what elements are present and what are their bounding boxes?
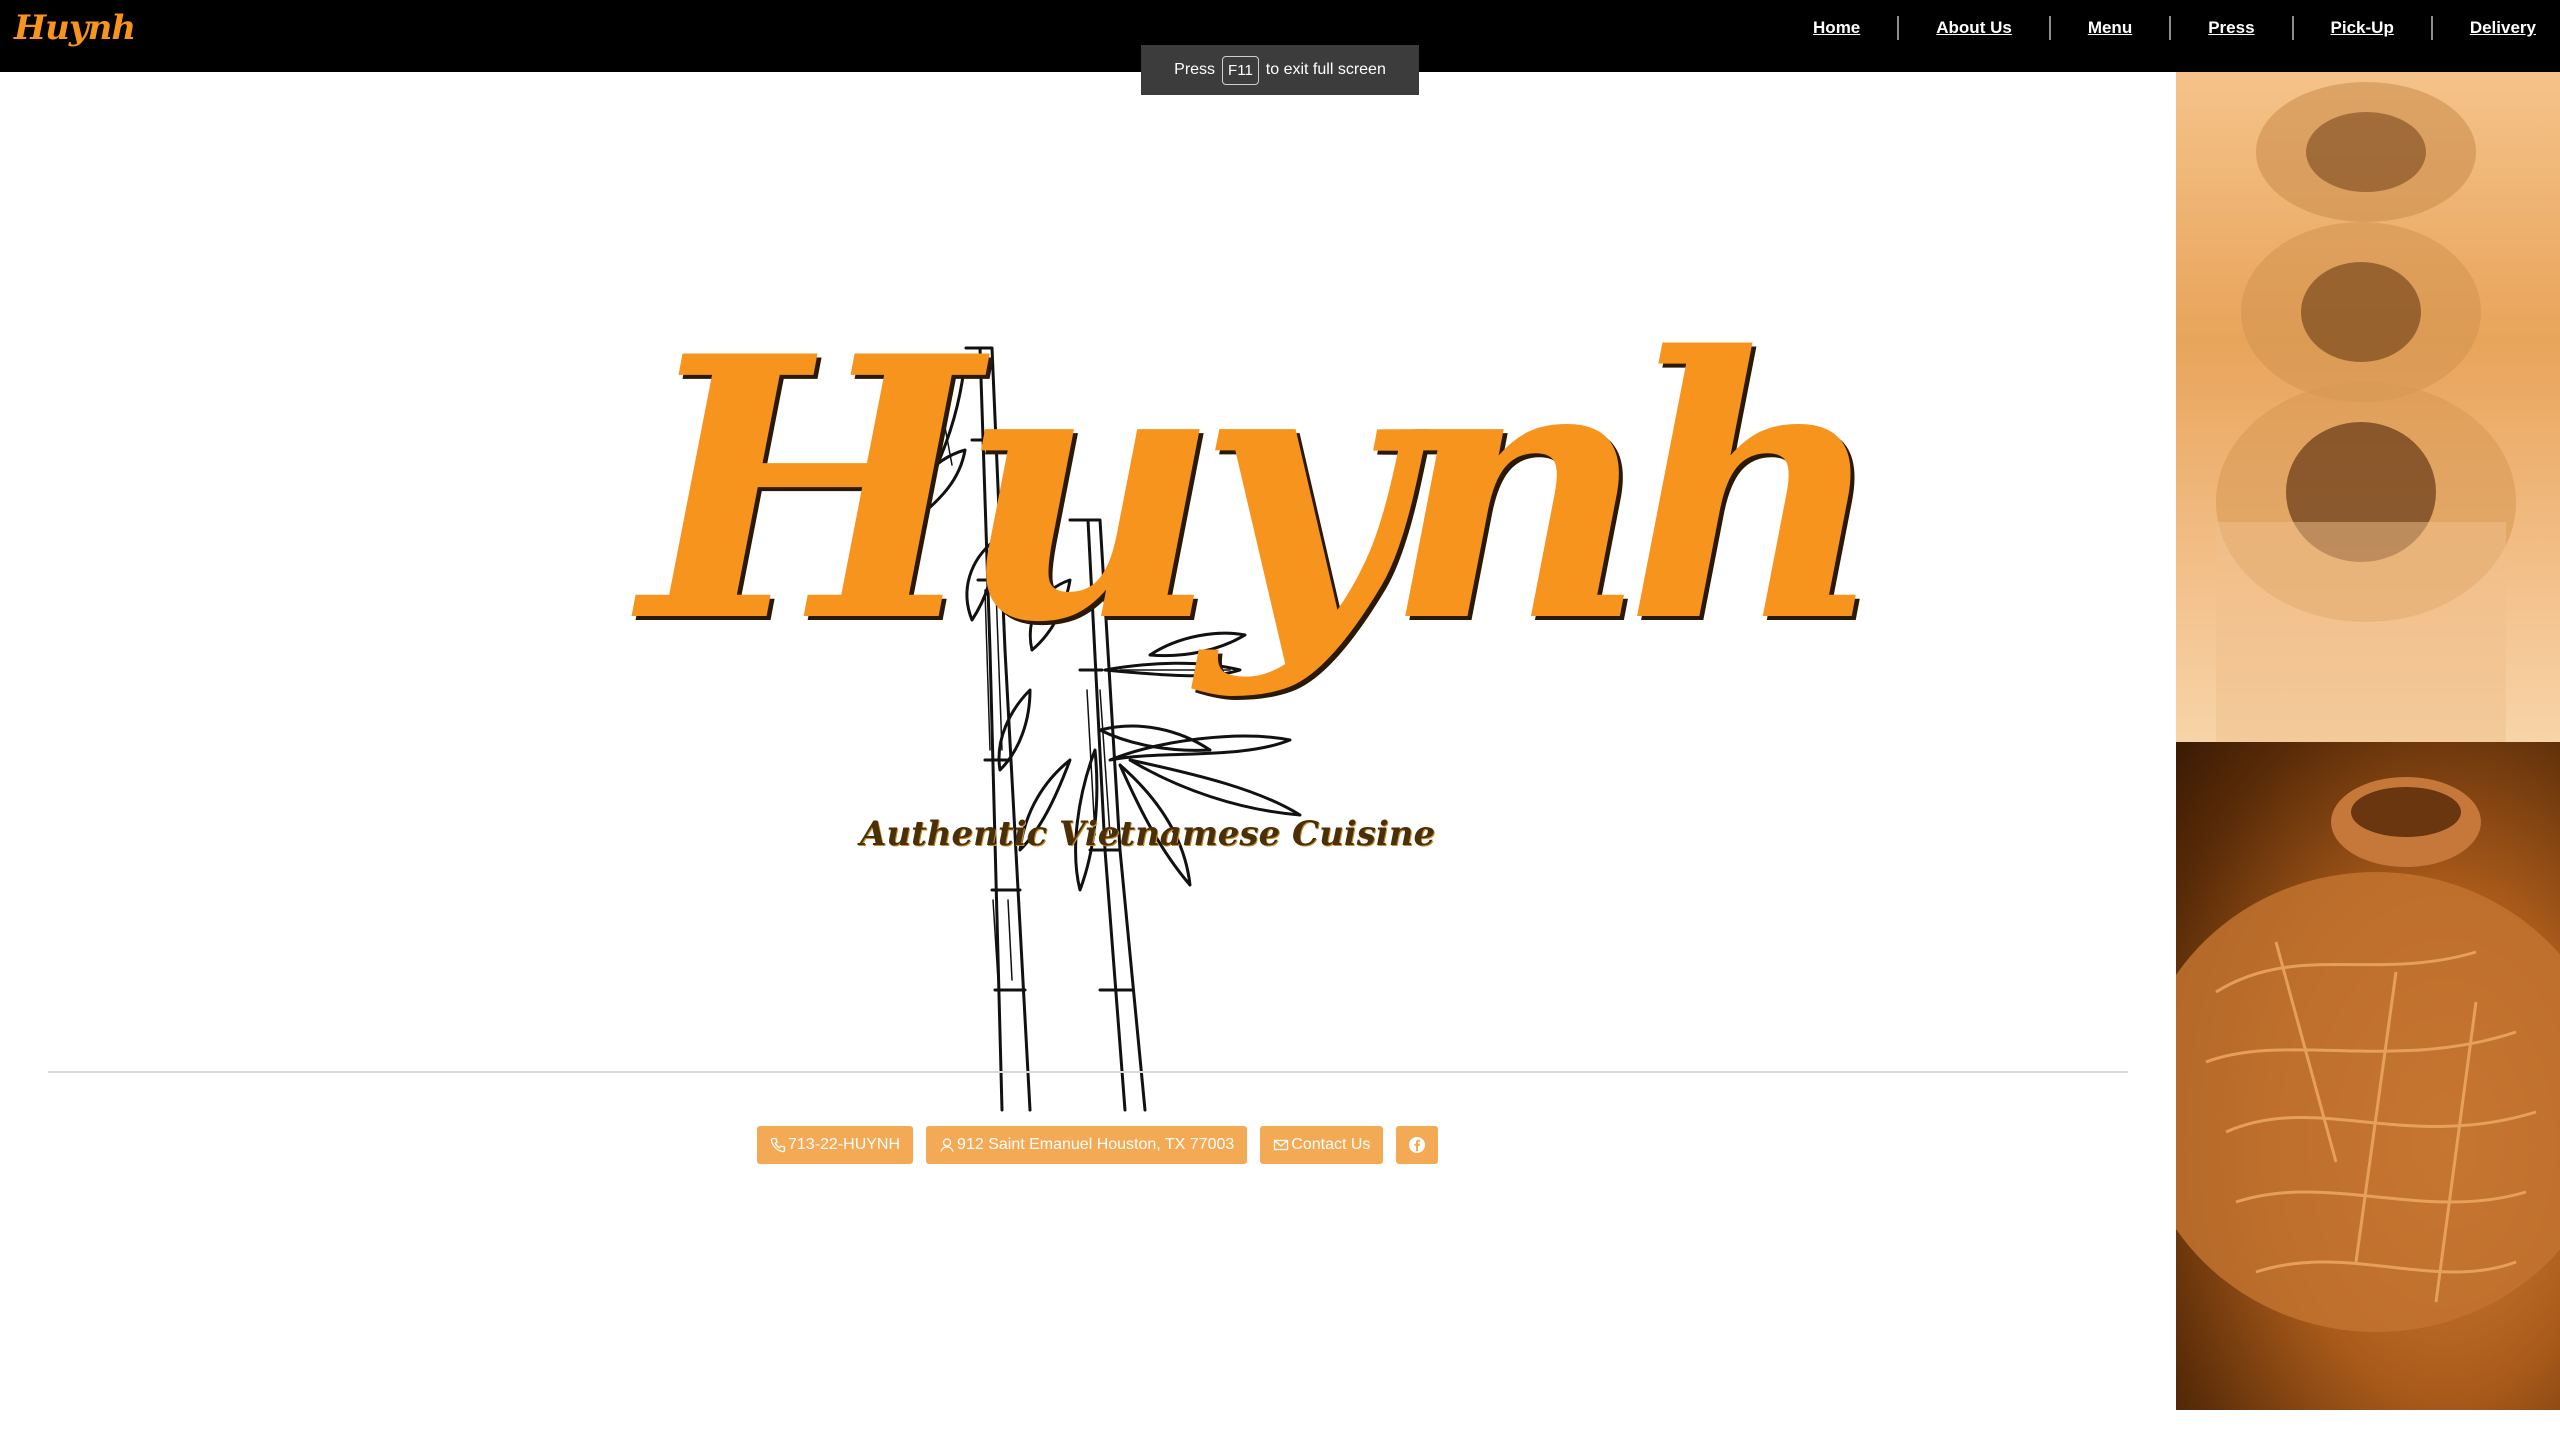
facebook-icon <box>1409 1137 1426 1153</box>
contact-us-button-label: Contact Us <box>1291 1136 1371 1153</box>
phone-button-label: 713-22-HUYNH <box>788 1136 901 1153</box>
noodle-dish-photo <box>2176 742 2560 1410</box>
page-bottom-margin <box>2176 1410 2560 1440</box>
facebook-button[interactable] <box>1396 1126 1439 1164</box>
contact-buttons: 713-22-HUYNH 912 Saint Emanuel Houston, … <box>757 1126 1439 1164</box>
map-pin-icon <box>940 1138 954 1152</box>
hero-tagline: Authentic Vietnamese Cuisine <box>860 814 1436 854</box>
nav-link-menu[interactable]: Menu <box>2051 16 2172 40</box>
nav-link-about-us[interactable]: About Us <box>1899 16 2051 40</box>
hero-title: Huynh <box>640 278 1887 701</box>
fullscreen-notice: Press F11 to exit full screen <box>1141 45 1419 95</box>
address-button-label: 912 Saint Emanuel Houston, TX 77003 <box>957 1136 1235 1153</box>
envelope-icon <box>1274 1139 1289 1151</box>
section-divider <box>48 1071 2128 1073</box>
main-nav: Home About Us Menu Press Pick-Up Deliver… <box>1776 0 2560 56</box>
fullscreen-notice-suffix: to exit full screen <box>1265 61 1386 78</box>
contact-us-button[interactable]: Contact Us <box>1260 1126 1384 1164</box>
nav-link-delivery[interactable]: Delivery <box>2433 16 2560 40</box>
page: Huynh Home About Us Menu Press Pick-Up D… <box>0 0 2560 1440</box>
phone-button[interactable]: 713-22-HUYNH <box>757 1126 914 1164</box>
brand-logo[interactable]: Huynh <box>14 6 136 50</box>
noodle-dish-graphic <box>2176 777 2560 1332</box>
address-button[interactable]: 912 Saint Emanuel Houston, TX 77003 <box>926 1126 1248 1164</box>
fullscreen-notice-prefix: Press <box>1174 61 1216 78</box>
phone-icon <box>770 1137 786 1153</box>
fullscreen-key-badge: F11 <box>1222 55 1259 85</box>
spring-rolls-graphic <box>2216 82 2516 742</box>
nav-link-home[interactable]: Home <box>1776 16 1900 40</box>
spring-rolls-photo <box>2176 72 2560 742</box>
nav-link-pick-up[interactable]: Pick-Up <box>2294 16 2433 40</box>
nav-link-press[interactable]: Press <box>2171 16 2294 40</box>
